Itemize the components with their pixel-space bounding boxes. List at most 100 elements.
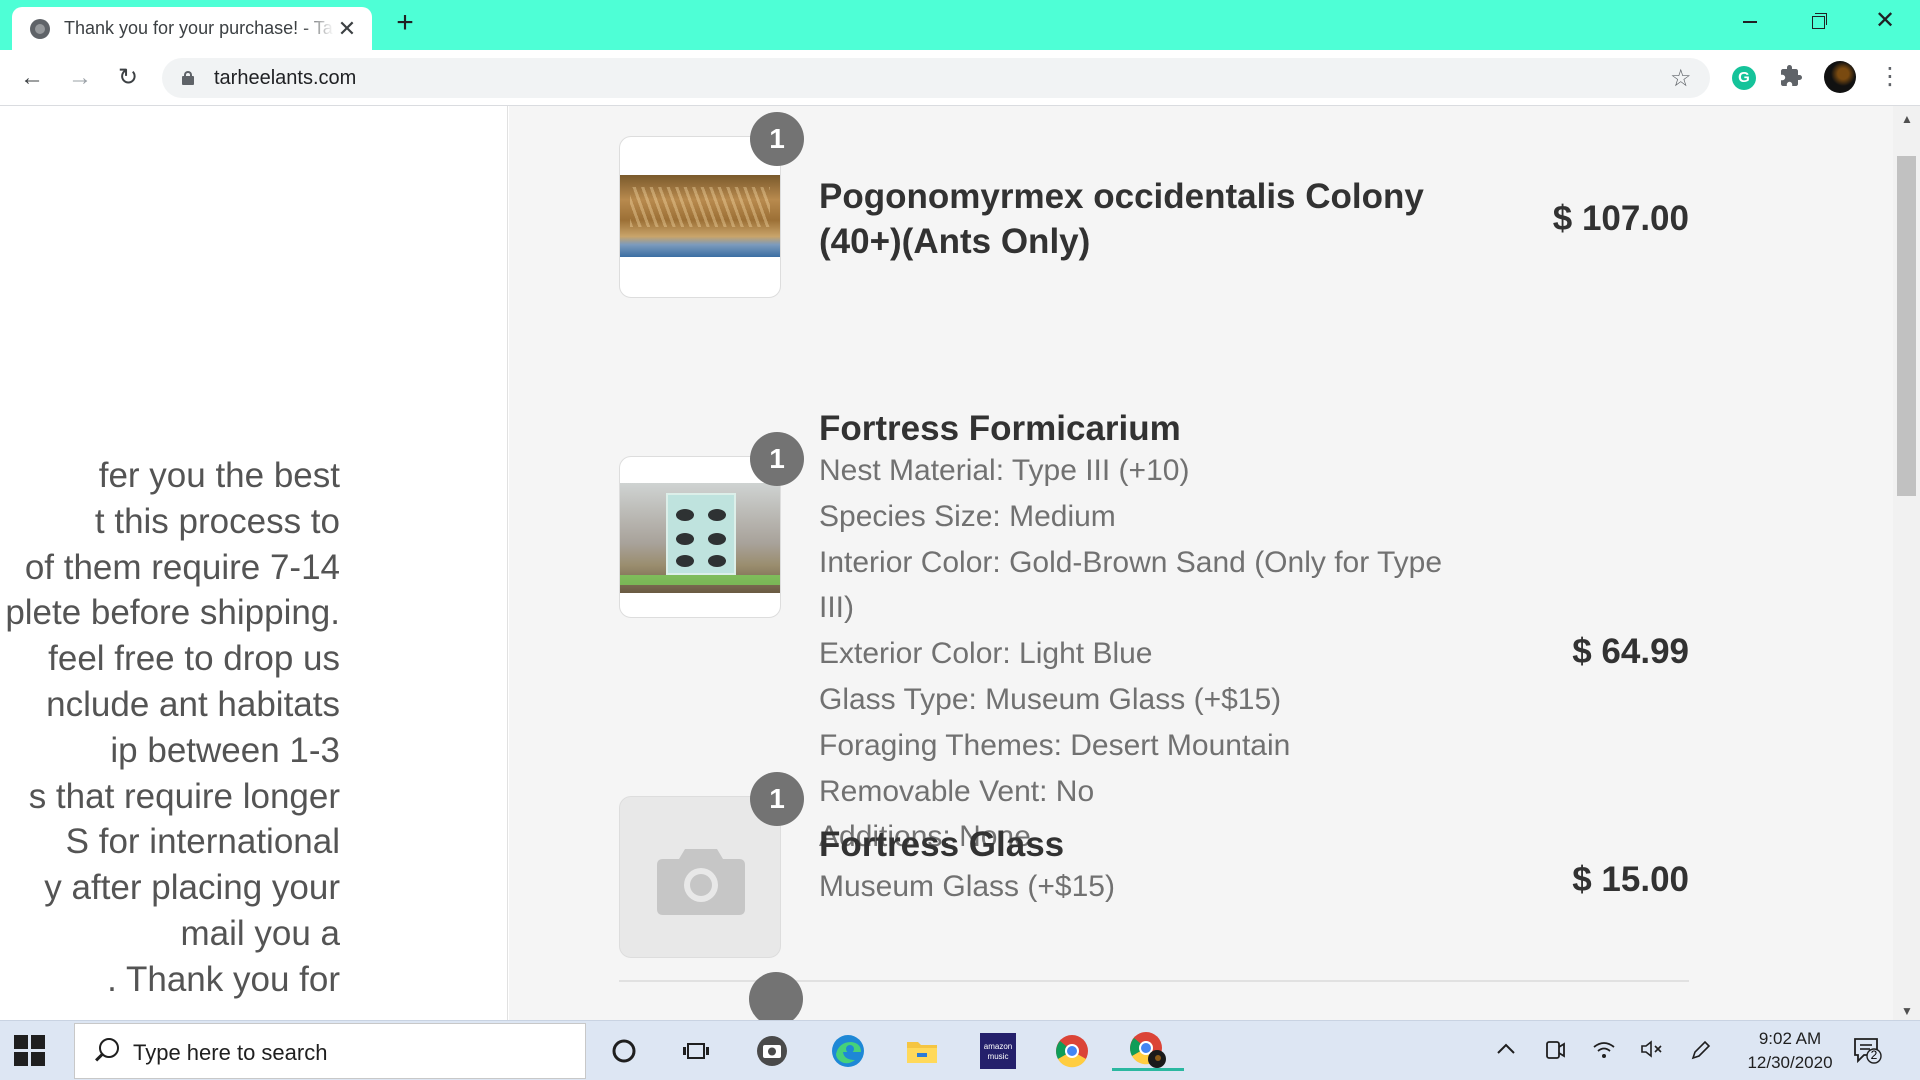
cortana-icon[interactable] <box>604 1031 644 1071</box>
clock-time: 9:02 AM <box>1758 1029 1822 1048</box>
option-line: Museum Glass (+$15) <box>819 870 1115 903</box>
option-line: III) <box>819 591 854 625</box>
notification-count: 2 <box>1870 1048 1878 1062</box>
nest-chamber <box>708 555 726 567</box>
tab-strip: Thank you for your purchase! - Tarheel A… <box>0 0 1920 50</box>
svg-text:music: music <box>988 1052 1009 1061</box>
message-line: fer you the best <box>98 456 340 495</box>
amazon-music-icon[interactable]: amazon music <box>978 1031 1018 1071</box>
edge-browser-icon[interactable] <box>828 1031 868 1071</box>
task-view-icon[interactable] <box>676 1031 716 1071</box>
message-line: y after placing your <box>44 868 340 908</box>
bookmark-star-icon[interactable]: ☆ <box>1670 64 1692 93</box>
option-line: Interior Color: Gold-Brown Sand (Only fo… <box>819 545 1443 579</box>
product-name: Fortress Formicarium <box>819 409 1181 448</box>
camera-placeholder-icon <box>657 849 745 915</box>
order-item: 1 Fortress Glass Museum Glass (+$15) $ 1… <box>619 772 1689 976</box>
product-thumbnail <box>619 796 781 958</box>
quantity-badge: 1 <box>750 772 804 826</box>
message-line: nclude ant habitats <box>46 684 340 724</box>
camera-app-icon[interactable] <box>752 1031 792 1071</box>
page-scrollbar[interactable]: ▲ ▼ <box>1893 106 1920 1020</box>
profile-avatar[interactable] <box>1824 61 1856 93</box>
product-price: $ 64.99 <box>1572 632 1689 671</box>
close-window-button[interactable]: ✕ <box>1862 6 1908 36</box>
browser-toolbar: ← → ↻ tarheelants.com ☆ <box>0 50 1920 106</box>
message-line: ip between 1-3 <box>110 730 340 770</box>
nest-chamber <box>676 533 694 545</box>
lock-icon[interactable] <box>182 71 194 85</box>
grammarly-extension-icon[interactable]: G <box>1732 66 1756 90</box>
forward-arrow-icon[interactable]: → <box>66 64 94 92</box>
search-icon <box>91 1038 119 1064</box>
nest-chamber <box>676 555 694 567</box>
volume-muted-icon[interactable] <box>1640 1039 1664 1065</box>
message-line: s that require longer <box>28 776 340 816</box>
option-line: Species Size: Medium <box>819 499 1116 533</box>
quantity-badge: 1 <box>750 112 804 166</box>
extensions-puzzle-icon[interactable] <box>1779 64 1803 88</box>
svg-text:amazon: amazon <box>984 1042 1012 1051</box>
message-line: t this process to <box>94 501 340 541</box>
url-text[interactable]: tarheelants.com <box>214 67 356 90</box>
maximize-button[interactable] <box>1794 6 1840 36</box>
order-summary-panel: 1 Pogonomyrmex occidentalis Colony (40+)… <box>509 106 1893 1020</box>
search-placeholder: Type here to search <box>133 1040 328 1065</box>
new-tab-button[interactable]: + <box>390 8 420 39</box>
product-name: Fortress Glass <box>819 825 1065 864</box>
formicarium-block <box>666 493 736 575</box>
browser-menu-icon[interactable]: ⋮ <box>1878 62 1902 92</box>
minimize-button[interactable] <box>1726 6 1772 36</box>
nest-chamber <box>708 509 726 521</box>
globe-icon <box>30 18 50 39</box>
thank-you-message: fer you the best t this process to of th… <box>0 453 340 1003</box>
product-price: $ 107.00 <box>1552 199 1689 238</box>
notifications-icon[interactable]: 2 <box>1852 1035 1882 1065</box>
quantity-badge-partial <box>749 972 803 1020</box>
ant-colony-photo <box>620 175 780 257</box>
tab-title: Thank you for your purchase! - Tarheel A… <box>64 18 334 38</box>
wifi-icon[interactable] <box>1592 1039 1616 1065</box>
product-options: Museum Glass (+$15) <box>819 864 1479 910</box>
scrollbar-thumb[interactable] <box>1897 156 1916 496</box>
formicarium-photo <box>620 483 780 593</box>
product-name-line: (40+)(Ants Only) <box>819 222 1091 261</box>
product-name: Pogonomyrmex occidentalis Colony (40+)(A… <box>819 174 1424 264</box>
system-clock[interactable]: 9:02 AM 12/30/2020 <box>1736 1027 1844 1075</box>
taskbar-search-input[interactable]: Type here to search <box>74 1023 586 1079</box>
chrome-profile-active-icon[interactable] <box>1112 1031 1184 1071</box>
product-name-line: Pogonomyrmex occidentalis Colony <box>819 177 1424 216</box>
scroll-up-arrow-icon[interactable]: ▲ <box>1901 112 1913 126</box>
order-item: 1 Pogonomyrmex occidentalis Colony (40+)… <box>619 106 1689 306</box>
browser-tab[interactable]: Thank you for your purchase! - Tarheel A… <box>12 7 372 50</box>
option-line: Glass Type: Museum Glass (+$15) <box>819 682 1282 716</box>
back-arrow-icon[interactable]: ← <box>18 64 46 92</box>
message-line: mail you a <box>180 913 340 953</box>
nest-chamber <box>708 533 726 545</box>
windows-taskbar: Type here to search amazon music 9:02 AM … <box>0 1020 1920 1080</box>
quantity-badge: 1 <box>750 432 804 486</box>
reload-icon[interactable]: ↻ <box>114 64 142 92</box>
option-line: Nest Material: Type III (+10) <box>819 454 1190 487</box>
message-line: feel free to drop us <box>48 639 340 679</box>
pen-ink-icon[interactable] <box>1690 1039 1712 1067</box>
nest-base <box>620 575 780 585</box>
meet-now-icon[interactable] <box>1544 1039 1566 1067</box>
product-thumbnail <box>619 136 781 298</box>
message-line: of them require 7-14 <box>24 547 340 587</box>
file-explorer-icon[interactable] <box>902 1031 942 1071</box>
scroll-down-arrow-icon[interactable]: ▼ <box>1901 1004 1913 1018</box>
show-hidden-icons-chevron-icon[interactable] <box>1496 1039 1516 1062</box>
tab-close-icon[interactable]: ✕ <box>336 17 358 40</box>
windows-start-icon[interactable] <box>14 1035 46 1067</box>
clock-date: 12/30/2020 <box>1747 1053 1833 1072</box>
message-line: S for international <box>65 822 340 862</box>
product-price: $ 15.00 <box>1572 860 1689 899</box>
option-line: Foraging Themes: Desert Mountain <box>819 728 1291 762</box>
chrome-icon[interactable] <box>1052 1031 1092 1071</box>
address-bar[interactable]: tarheelants.com ☆ <box>162 58 1710 98</box>
message-line: plete before shipping. <box>5 593 340 633</box>
nest-chamber <box>676 509 694 521</box>
page-content: fer you the best t this process to of th… <box>0 106 1920 1020</box>
option-line: Exterior Color: Light Blue <box>819 637 1153 671</box>
